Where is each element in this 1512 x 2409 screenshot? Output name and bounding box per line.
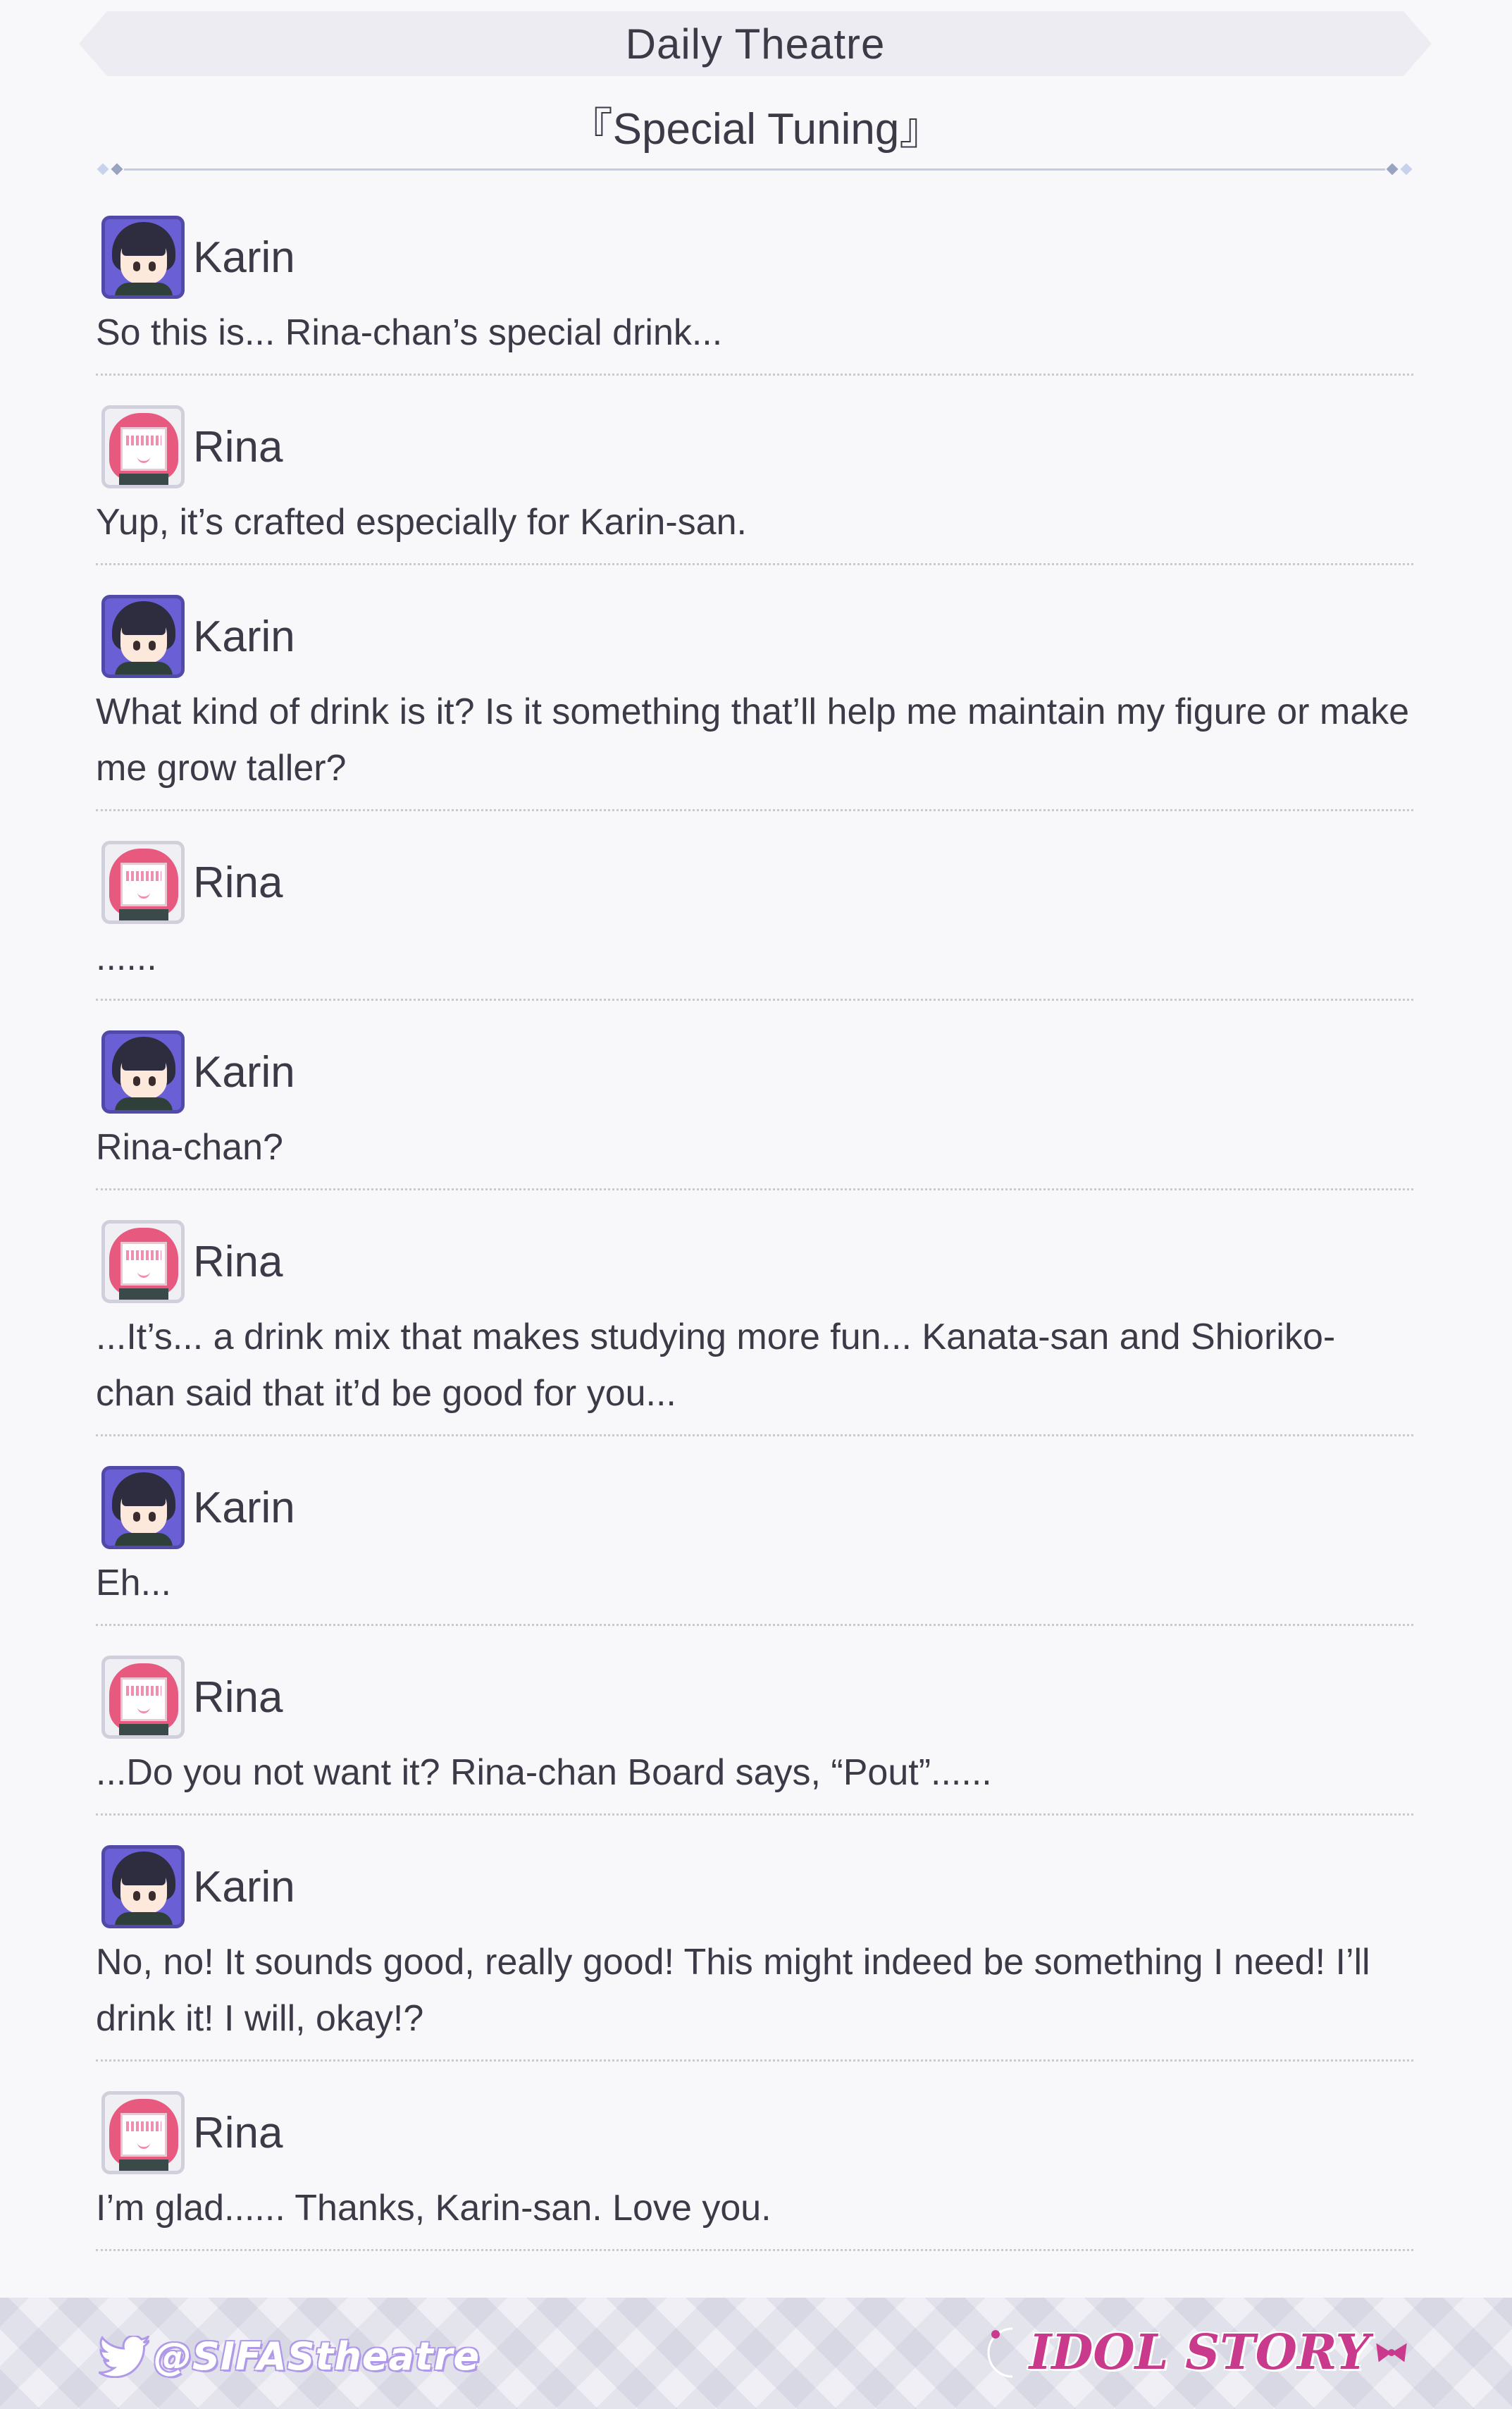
dialogue-entry: Rina ...Do you not want it? Rina-chan Boa… <box>96 1651 1413 1816</box>
speaker-name: Rina <box>193 1672 283 1722</box>
karin-avatar <box>101 1030 185 1114</box>
dialogue-text: Rina-chan? <box>96 1127 283 1168</box>
speaker-name: Karin <box>193 1483 295 1532</box>
karin-avatar <box>101 216 185 299</box>
rina-avatar <box>101 2091 185 2174</box>
speaker-name: Karin <box>193 1862 295 1911</box>
dialogue-text: What kind of drink is it? Is it somethin… <box>96 691 1410 789</box>
dialogue-entry: Karin What kind of drink is it? Is it som… <box>96 591 1413 811</box>
speaker-row: Rina <box>96 1651 1413 1743</box>
idol-story-logo: IDOL STORY <box>984 2323 1409 2382</box>
crescent-moon-icon <box>987 2327 1012 2378</box>
speaker-row: Karin <box>96 1841 1413 1933</box>
dialogue-list: Karin So this is... Rina-chan’s special d… <box>96 211 1413 2276</box>
speaker-name: Rina <box>193 1237 283 1286</box>
speaker-name: Rina <box>193 422 283 472</box>
karin-avatar <box>101 1845 185 1928</box>
speaker-row: Karin <box>96 211 1413 303</box>
theatre-page: Daily Theatre 『Special Tuning』 Karin So t… <box>0 0 1512 2409</box>
ribbon-bow-icon <box>1376 2343 1407 2362</box>
episode-title: 『Special Tuning』 <box>569 105 943 154</box>
dialogue-entry: Rina ...It’s... a drink mix that makes st… <box>96 1216 1413 1436</box>
dialogue-text: ...It’s... a drink mix that makes studyi… <box>96 1317 1336 1414</box>
header-banner: Daily Theatre <box>79 11 1432 76</box>
rina-avatar <box>101 405 185 488</box>
speaker-row: Karin <box>96 1026 1413 1118</box>
title-divider <box>96 163 1413 175</box>
dialogue-text: No, no! It sounds good, really good! Thi… <box>96 1942 1370 2039</box>
speaker-row: Rina <box>96 837 1413 928</box>
dialogue-text: So this is... Rina-chan’s special drink.… <box>96 312 723 353</box>
speaker-name: Rina <box>193 2108 283 2157</box>
speaker-name: Karin <box>193 233 295 282</box>
dialogue-text: I’m glad...... Thanks, Karin-san. Love y… <box>96 2188 772 2229</box>
dialogue-entry: Karin Eh... <box>96 1462 1413 1626</box>
brand-text: IDOL STORY <box>1029 2324 1370 2381</box>
speaker-name: Karin <box>193 1047 295 1097</box>
rina-avatar <box>101 841 185 924</box>
speaker-row: Karin <box>96 1462 1413 1553</box>
speaker-row: Rina <box>96 401 1413 493</box>
dialogue-entry: Karin No, no! It sounds good, really good… <box>96 1841 1413 2062</box>
rina-avatar <box>101 1656 185 1739</box>
dialogue-entry: Rina...... <box>96 837 1413 1001</box>
twitter-credit[interactable]: @SIFAStheatre <box>99 2334 480 2379</box>
dialogue-text: Eh... <box>96 1563 171 1603</box>
twitter-handle: @SIFAStheatre <box>154 2334 480 2379</box>
speaker-row: Rina <box>96 2087 1413 2179</box>
dialogue-entry: Karin So this is... Rina-chan’s special d… <box>96 211 1413 376</box>
twitter-bird-icon <box>99 2335 149 2378</box>
rina-avatar <box>101 1220 185 1303</box>
dialogue-entry: Rina Yup, it’s crafted especially for Kar… <box>96 401 1413 565</box>
speaker-name: Karin <box>193 612 295 661</box>
speaker-name: Rina <box>193 858 283 907</box>
dialogue-entry: Karin Rina-chan? <box>96 1026 1413 1190</box>
footer: @SIFAStheatre IDOL STORY <box>0 2298 1512 2409</box>
speaker-row: Rina <box>96 1216 1413 1307</box>
dialogue-text: Yup, it’s crafted especially for Karin-s… <box>96 502 747 543</box>
dialogue-entry: Rina I’m glad...... Thanks, Karin-san. Lo… <box>96 2087 1413 2251</box>
speaker-row: Karin <box>96 591 1413 682</box>
karin-avatar <box>101 1466 185 1549</box>
dialogue-text: ...... <box>96 937 157 978</box>
dialogue-text: ...Do you not want it? Rina-chan Board s… <box>96 1752 992 1793</box>
karin-avatar <box>101 595 185 678</box>
page-title: Daily Theatre <box>625 20 886 68</box>
